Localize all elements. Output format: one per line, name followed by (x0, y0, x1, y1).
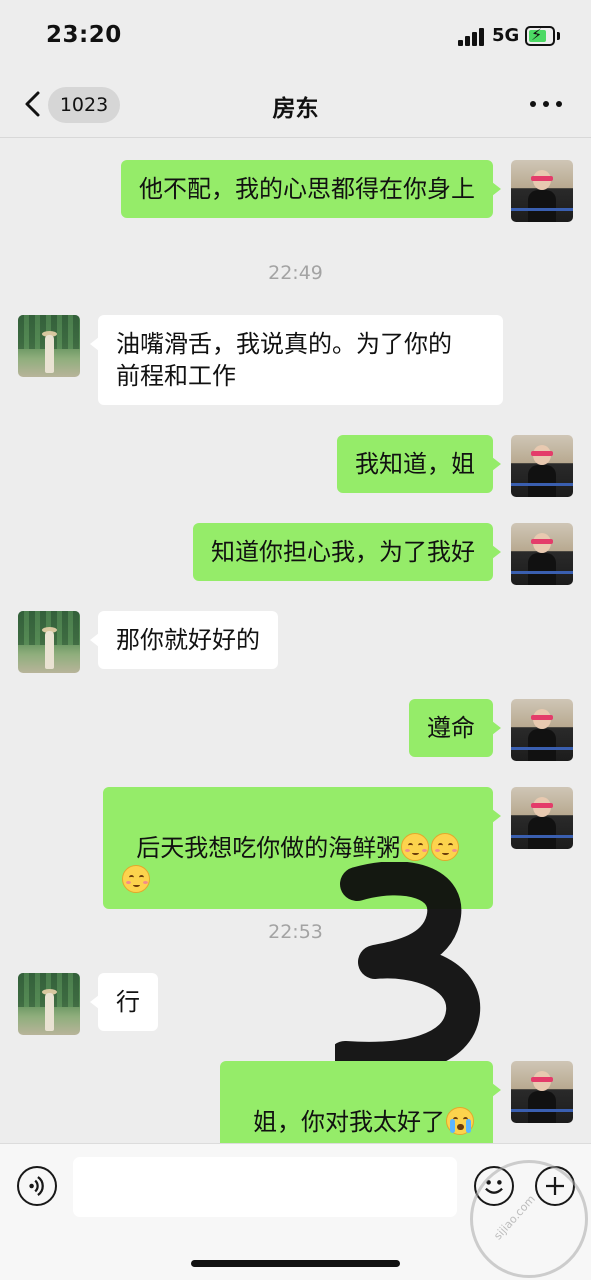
message-bubble-outgoing[interactable]: 姐，你对我太好了 (219, 1061, 502, 1151)
self-avatar[interactable] (511, 787, 573, 849)
signal-icon (458, 28, 486, 46)
self-avatar[interactable] (511, 435, 573, 497)
message-bubble-outgoing[interactable]: 我知道，姐 (337, 435, 501, 493)
smiling-blush-emoji (431, 833, 460, 861)
watermark-text: sijiao.com (491, 1192, 538, 1243)
message-bubble-outgoing[interactable]: 遵命 (409, 699, 501, 757)
message-bubble-outgoing[interactable]: 他不配，我的心思都得在你身上 (121, 160, 501, 218)
contact-avatar[interactable] (18, 315, 80, 377)
message-bubble-incoming[interactable]: 油嘴滑舌，我说真的。为了你的 前程和工作 (90, 315, 503, 405)
message-bubble-outgoing[interactable]: 知道你担心我，为了我好 (193, 523, 501, 581)
network-type: 5G (492, 25, 520, 46)
watermark-seal: sijiao.com (470, 1160, 588, 1278)
home-indicator (191, 1260, 400, 1267)
timestamp: 22:49 (268, 262, 323, 284)
message-bubble-incoming[interactable]: 那你就好好的 (90, 611, 278, 669)
message-text: 姐，你对我太好了 (253, 1108, 445, 1136)
self-avatar[interactable] (511, 1061, 573, 1123)
smiling-blush-emoji (122, 865, 150, 893)
status-bar: 23:20 5G ⚡ (0, 0, 591, 72)
contact-avatar[interactable] (18, 973, 80, 1035)
timestamp: 22:53 (268, 921, 323, 943)
smiling-blush-emoji (401, 833, 430, 861)
contact-avatar[interactable] (18, 611, 80, 673)
battery-icon: ⚡ (525, 25, 555, 46)
nav-bar: 1023 房东 (0, 72, 591, 138)
self-avatar[interactable] (511, 160, 573, 222)
status-time: 23:20 (46, 22, 122, 48)
loudly-crying-emoji (446, 1107, 474, 1135)
message-text: 后天我想吃你做的海鲜粥 (136, 834, 401, 862)
self-avatar[interactable] (511, 699, 573, 761)
battery-tip (557, 32, 560, 40)
scribble-mark (335, 862, 481, 1076)
charging-bolt-icon: ⚡ (531, 25, 543, 44)
chat-title: 房东 (272, 96, 319, 122)
message-bubble-incoming[interactable]: 行 (90, 973, 158, 1031)
message-input[interactable] (73, 1157, 457, 1217)
self-avatar[interactable] (511, 523, 573, 585)
voice-icon[interactable] (17, 1166, 57, 1206)
more-dots-icon[interactable] (530, 96, 566, 112)
